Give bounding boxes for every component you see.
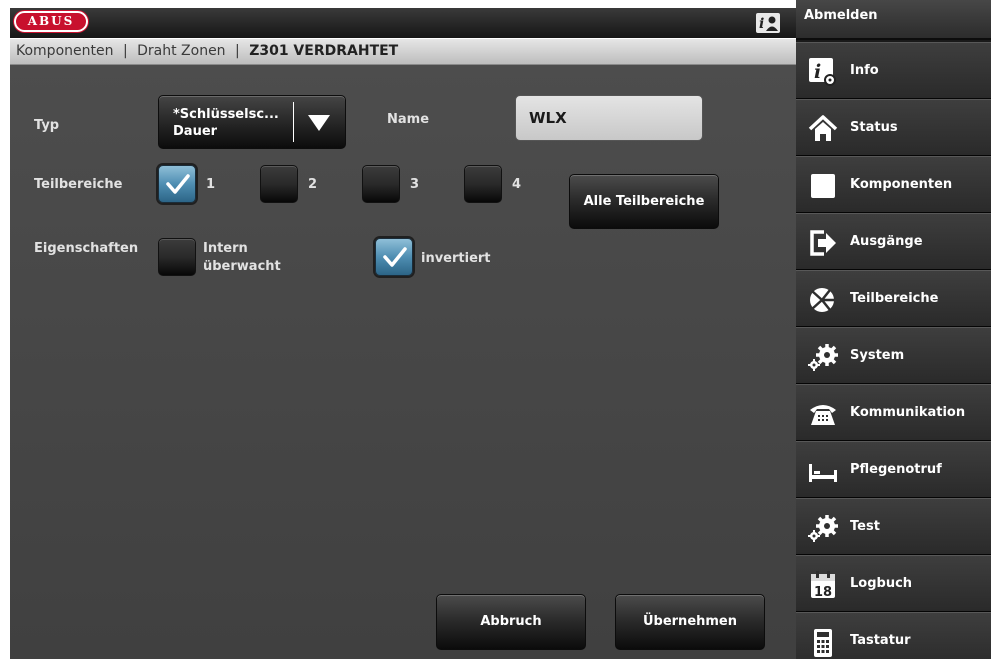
sidebar-item-tastatur[interactable]: Tastatur (796, 612, 991, 659)
component-square-icon (808, 171, 838, 201)
breadcrumb-komponenten[interactable]: Komponenten (16, 43, 113, 59)
sidebar-item-label: Teilbereiche (850, 291, 939, 306)
invertiert-label: invertiert (421, 251, 491, 266)
intern-line2: überwacht (203, 259, 281, 274)
teilbereich-3-label: 3 (410, 177, 420, 192)
breadcrumb-current: Z301 VERDRAHTET (249, 43, 399, 59)
svg-text:i: i (814, 61, 821, 83)
sidebar-item-label: System (850, 348, 905, 363)
cancel-button[interactable]: Abbruch (436, 594, 586, 650)
teilbereich-4-label: 4 (512, 177, 522, 192)
sidebar-item-label: Info (850, 63, 879, 78)
calendar-18-icon: 18 (808, 570, 838, 600)
chevron-down-icon[interactable] (307, 114, 331, 132)
teilbereich-1-label: 1 (206, 177, 216, 192)
breadcrumb-draht-zonen[interactable]: Draht Zonen (137, 43, 225, 59)
sidebar-item-logbuch[interactable]: 18 Logbuch (796, 555, 991, 612)
sidebar-item-komponenten[interactable]: Komponenten (796, 156, 991, 213)
typ-value-line2: Dauer (173, 124, 218, 139)
apply-button[interactable]: Übernehmen (615, 594, 765, 650)
teilbereich-2-label: 2 (308, 177, 318, 192)
sidebar-item-label: Pflegenotruf (850, 462, 942, 477)
checkmark-icon (166, 174, 190, 194)
bed-icon (808, 456, 838, 486)
gears-icon (808, 513, 838, 543)
partitions-pie-icon (808, 285, 838, 315)
abus-logo: ABUS (14, 11, 88, 32)
sidebar-item-status[interactable]: Status (796, 99, 991, 156)
breadcrumb-separator: | (122, 43, 128, 59)
sidebar-item-label: Tastatur (850, 633, 911, 648)
info-user-icon[interactable]: i (756, 13, 780, 33)
sidebar-item-label: Test (850, 519, 880, 534)
svg-text:i: i (759, 16, 764, 32)
gears-icon (808, 342, 838, 372)
alle-teilbereiche-button[interactable]: Alle Teilbereiche (569, 174, 719, 229)
eigenschaften-label: Eigenschaften (34, 241, 139, 256)
intern-ueberwacht-checkbox[interactable] (158, 238, 196, 276)
teilbereiche-label: Teilbereiche (34, 177, 123, 192)
dropdown-divider (293, 102, 294, 142)
intern-ueberwacht-label: Intern überwacht (203, 240, 281, 276)
sidebar-item-teilbereiche[interactable]: Teilbereiche (796, 270, 991, 327)
home-icon (808, 114, 838, 144)
top-bar: ABUS i (10, 8, 796, 38)
teilbereich-2-checkbox[interactable] (260, 165, 298, 203)
sidebar-item-info[interactable]: i Info (796, 42, 991, 99)
intern-line1: Intern (203, 241, 248, 256)
sidebar: Abmelden i Info Status Komponenten Ausgä… (796, 0, 991, 659)
sidebar-item-system[interactable]: System (796, 327, 991, 384)
keypad-icon (808, 627, 838, 657)
sidebar-item-test[interactable]: Test (796, 498, 991, 555)
typ-dropdown[interactable]: *Schlüsselsc... Dauer (158, 95, 346, 149)
typ-dropdown-value: *Schlüsselsc... Dauer (173, 106, 291, 140)
sidebar-item-label: Status (850, 120, 898, 135)
teilbereich-3-checkbox[interactable] (362, 165, 400, 203)
breadcrumb: Komponenten | Draht Zonen | Z301 VERDRAH… (10, 38, 796, 65)
breadcrumb-separator: | (235, 43, 240, 59)
teilbereich-1-checkbox[interactable] (158, 165, 196, 203)
main-content: Typ *Schlüsselsc... Dauer Name WLX Teilb… (10, 65, 796, 659)
logout-button[interactable]: Abmelden (796, 0, 991, 40)
typ-label: Typ (34, 118, 60, 133)
svg-text:18: 18 (814, 585, 832, 600)
typ-value-line1: *Schlüsselsc... (173, 107, 279, 122)
output-arrow-icon (808, 228, 838, 258)
info-icon: i (808, 57, 838, 87)
sidebar-item-label: Kommunikation (850, 405, 966, 420)
sidebar-item-kommunikation[interactable]: Kommunikation (796, 384, 991, 441)
sidebar-item-label: Logbuch (850, 576, 913, 591)
telephone-icon (808, 399, 838, 429)
invertiert-checkbox[interactable] (375, 238, 413, 276)
checkmark-icon (383, 247, 407, 267)
teilbereich-4-checkbox[interactable] (464, 165, 502, 203)
name-label: Name (387, 112, 430, 127)
sidebar-item-ausgaenge[interactable]: Ausgänge (796, 213, 991, 270)
sidebar-item-pflegenotruf[interactable]: Pflegenotruf (796, 441, 991, 498)
name-input[interactable]: WLX (515, 95, 703, 141)
sidebar-item-label: Ausgänge (850, 234, 923, 249)
sidebar-item-label: Komponenten (850, 177, 953, 192)
